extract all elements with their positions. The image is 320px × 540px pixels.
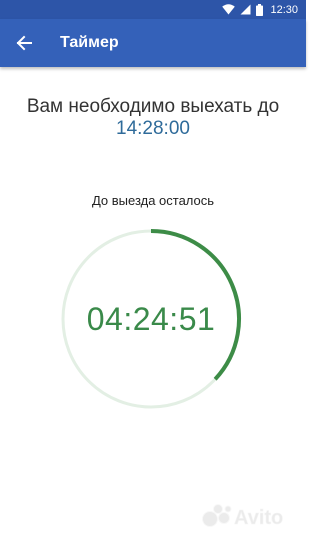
page-title: Таймер	[60, 34, 119, 51]
avito-watermark: Avito	[202, 504, 284, 529]
app-bar: Таймер	[0, 19, 306, 67]
signal-icon	[240, 4, 251, 15]
watermark-text: Avito	[234, 507, 283, 529]
status-bar: 12:30	[0, 0, 306, 19]
battery-icon	[256, 3, 264, 16]
status-time: 12:30	[270, 3, 298, 16]
departure-headline: Вам необходимо выехать до	[26, 96, 280, 117]
countdown-value: 04:24:51	[86, 300, 216, 337]
arrow-left-icon	[16, 35, 32, 51]
deadline-time: 14:28:00	[116, 118, 190, 139]
status-icons: 12:30	[222, 0, 298, 19]
back-button[interactable]	[6, 25, 42, 61]
remaining-label: До выезда осталось	[91, 193, 215, 208]
wifi-icon	[222, 4, 236, 15]
